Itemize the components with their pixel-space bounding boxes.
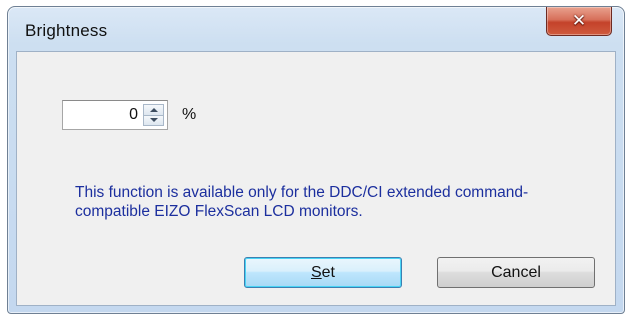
info-message: This function is available only for the … bbox=[75, 184, 529, 220]
spin-buttons bbox=[143, 104, 164, 126]
arrow-up-icon bbox=[149, 107, 158, 112]
arrow-down-icon bbox=[149, 118, 158, 123]
percent-unit-label: % bbox=[182, 106, 197, 123]
dialog-content: 0 % This function is available only for … bbox=[16, 51, 616, 306]
window-title: Brightness bbox=[25, 21, 108, 40]
set-button-mnemonic: S bbox=[310, 263, 322, 281]
set-button[interactable]: Set bbox=[244, 257, 402, 288]
close-button[interactable]: ✕ bbox=[546, 7, 612, 36]
set-button-label: et bbox=[321, 263, 335, 281]
brightness-spinbox[interactable]: 0 bbox=[62, 100, 168, 130]
spin-up-button[interactable] bbox=[143, 104, 164, 116]
spin-down-button[interactable] bbox=[143, 115, 164, 126]
close-icon: ✕ bbox=[571, 11, 587, 31]
brightness-dialog: Brightness ✕ 0 % This function is availa… bbox=[7, 6, 625, 314]
brightness-value[interactable]: 0 bbox=[129, 106, 138, 124]
cancel-button[interactable]: Cancel bbox=[437, 257, 595, 288]
title-bar[interactable]: Brightness ✕ bbox=[8, 7, 624, 51]
